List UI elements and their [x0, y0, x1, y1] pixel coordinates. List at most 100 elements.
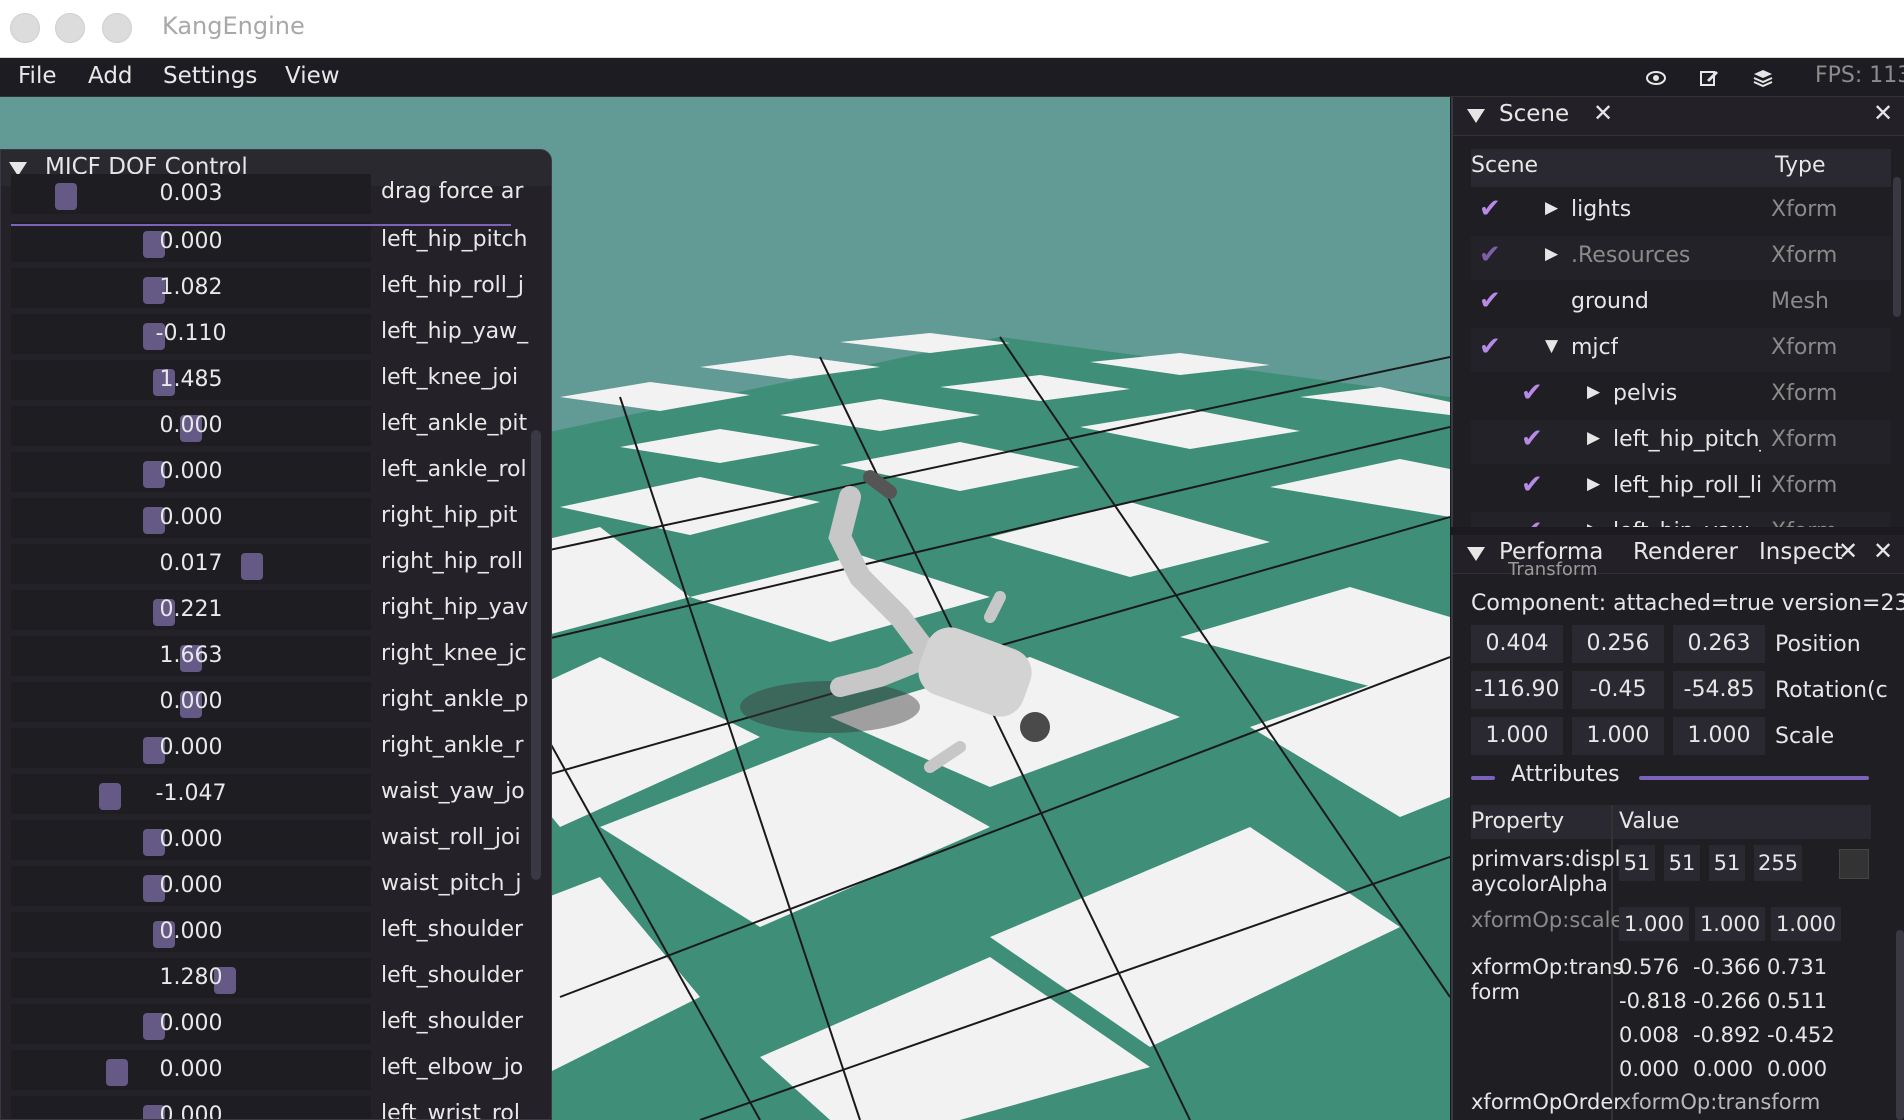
- dof-row[interactable]: 0.000 left_ankle_rol: [11, 450, 551, 492]
- tab-inspector[interactable]: Inspect: [1759, 539, 1843, 565]
- dof-row[interactable]: 0.003 drag force ar: [11, 172, 551, 214]
- dof-row[interactable]: 0.000 left_hip_pitch: [11, 220, 551, 262]
- close-panel-icon[interactable]: ✕: [1873, 537, 1893, 565]
- visibility-checkbox[interactable]: ✔: [1479, 194, 1501, 224]
- visibility-checkbox[interactable]: ✔: [1521, 378, 1543, 408]
- expand-arrow-icon[interactable]: ▶: [1545, 244, 1558, 264]
- matrix-cell[interactable]: -0.452: [1767, 1023, 1835, 1047]
- matrix-cell[interactable]: 0.008: [1619, 1023, 1679, 1047]
- dof-row[interactable]: 0.000 left_shoulder: [11, 1002, 551, 1044]
- dof-row[interactable]: 0.000 right_ankle_p: [11, 680, 551, 722]
- dof-row[interactable]: 0.017 right_hip_roll: [11, 542, 551, 584]
- visibility-checkbox[interactable]: ✔: [1479, 240, 1501, 270]
- dof-slider[interactable]: 0.000: [11, 452, 371, 492]
- matrix-cell[interactable]: -0.266: [1693, 989, 1761, 1013]
- scale-z-field[interactable]: 1.000: [1673, 717, 1765, 755]
- scene-scrollbar[interactable]: [1893, 177, 1901, 317]
- dof-slider[interactable]: 0.000: [11, 912, 371, 952]
- scene-tree-row[interactable]: ✔ ▶ lights Xform: [1471, 190, 1891, 234]
- visibility-checkbox[interactable]: ✔: [1479, 286, 1501, 316]
- dof-row[interactable]: 0.221 right_hip_yav: [11, 588, 551, 630]
- scene-tree-row[interactable]: ✔ ▼ mjcf Xform: [1471, 328, 1891, 372]
- minimize-window-button[interactable]: [55, 13, 85, 43]
- dof-row[interactable]: -0.110 left_hip_yaw_: [11, 312, 551, 354]
- dof-slider[interactable]: 1.280: [11, 958, 371, 998]
- zoom-window-button[interactable]: [102, 13, 132, 43]
- visibility-checkbox[interactable]: ✔: [1521, 470, 1543, 500]
- collapse-arrow-icon[interactable]: ▼: [1545, 336, 1558, 356]
- matrix-cell[interactable]: -0.892: [1693, 1023, 1761, 1047]
- dof-slider[interactable]: 0.017: [11, 544, 371, 584]
- matrix-cell[interactable]: 0.576: [1619, 955, 1679, 979]
- dof-slider[interactable]: 1.663: [11, 636, 371, 676]
- dof-slider[interactable]: 0.000: [11, 682, 371, 722]
- expand-arrow-icon[interactable]: ▶: [1587, 382, 1600, 402]
- close-tab-icon[interactable]: ✕: [1593, 99, 1613, 127]
- expand-arrow-icon[interactable]: ▶: [1587, 428, 1600, 448]
- dof-slider[interactable]: 0.003: [11, 174, 371, 214]
- dof-slider[interactable]: -1.047: [11, 774, 371, 814]
- dof-slider[interactable]: 0.000: [11, 1004, 371, 1044]
- color-b-field[interactable]: 51: [1709, 845, 1745, 881]
- dof-row[interactable]: -1.047 waist_yaw_jo: [11, 772, 551, 814]
- scene-menu-icon[interactable]: [1467, 109, 1485, 123]
- color-r-field[interactable]: 51: [1619, 845, 1655, 881]
- dof-slider[interactable]: 0.000: [11, 222, 371, 262]
- xform-op-order-value[interactable]: xformOp:transform: [1619, 1090, 1820, 1114]
- xform-scale-z[interactable]: 1.000: [1771, 907, 1841, 941]
- matrix-cell[interactable]: 0.511: [1767, 989, 1827, 1013]
- eye-icon[interactable]: [1645, 68, 1667, 88]
- expand-arrow-icon[interactable]: ▶: [1545, 198, 1558, 218]
- dof-slider[interactable]: -0.110: [11, 314, 371, 354]
- column-type[interactable]: Type: [1775, 153, 1826, 178]
- matrix-cell[interactable]: 0.000: [1619, 1057, 1679, 1081]
- dof-row[interactable]: 0.000 left_elbow_jo: [11, 1048, 551, 1090]
- dof-slider[interactable]: 0.000: [11, 728, 371, 768]
- expand-arrow-icon[interactable]: ▶: [1587, 474, 1600, 494]
- dof-row[interactable]: 1.280 left_shoulder: [11, 956, 551, 998]
- matrix-cell[interactable]: -0.818: [1619, 989, 1687, 1013]
- dof-slider[interactable]: 0.000: [11, 866, 371, 906]
- scale-y-field[interactable]: 1.000: [1572, 717, 1664, 755]
- dof-slider[interactable]: 1.082: [11, 268, 371, 308]
- visibility-checkbox[interactable]: ✔: [1479, 332, 1501, 362]
- scene-tree-row[interactable]: ✔ ▶ pelvis Xform: [1471, 374, 1891, 418]
- dof-scrollbar[interactable]: [531, 430, 541, 880]
- dof-row[interactable]: 1.663 right_knee_jc: [11, 634, 551, 676]
- dof-row[interactable]: 0.000 left_wrist_rol: [11, 1094, 551, 1119]
- scene-tree-row[interactable]: ✔ ▶ left_hip_roll_lir Xform: [1471, 466, 1891, 510]
- tab-renderer[interactable]: Renderer: [1633, 539, 1738, 565]
- visibility-checkbox[interactable]: ✔: [1521, 424, 1543, 454]
- layers-icon[interactable]: [1752, 68, 1774, 88]
- color-swatch[interactable]: [1839, 849, 1869, 879]
- dof-row[interactable]: 0.000 left_ankle_pit: [11, 404, 551, 446]
- matrix-cell[interactable]: 0.000: [1767, 1057, 1827, 1081]
- position-x-field[interactable]: 0.404: [1471, 625, 1563, 663]
- dof-row[interactable]: 0.000 waist_roll_joi: [11, 818, 551, 860]
- position-z-field[interactable]: 0.263: [1673, 625, 1765, 663]
- dof-row[interactable]: 1.485 left_knee_joi: [11, 358, 551, 400]
- rotation-z-field[interactable]: -54.85: [1673, 671, 1765, 709]
- close-panel-icon[interactable]: ✕: [1873, 99, 1893, 127]
- dof-slider[interactable]: 0.000: [11, 1050, 371, 1090]
- position-y-field[interactable]: 0.256: [1572, 625, 1664, 663]
- rotation-x-field[interactable]: -116.90: [1471, 671, 1563, 709]
- close-window-button[interactable]: [10, 13, 40, 43]
- scene-tree-row[interactable]: ✔ ▶ left_hip_yaw_li Xform: [1471, 512, 1891, 527]
- inspector-menu-icon[interactable]: [1467, 547, 1485, 561]
- scene-tree-row[interactable]: ✔ ▶ left_hip_pitch_ Xform: [1471, 420, 1891, 464]
- dof-row[interactable]: 0.000 right_hip_pit: [11, 496, 551, 538]
- matrix-cell[interactable]: 0.731: [1767, 955, 1827, 979]
- dof-slider[interactable]: 1.485: [11, 360, 371, 400]
- dof-row[interactable]: 0.000 left_shoulder: [11, 910, 551, 952]
- edit-icon[interactable]: [1698, 68, 1720, 88]
- tab-scene[interactable]: Scene: [1499, 101, 1569, 127]
- dof-row[interactable]: 0.000 waist_pitch_j: [11, 864, 551, 906]
- menu-settings[interactable]: Settings: [163, 63, 257, 89]
- matrix-cell[interactable]: -0.366: [1693, 955, 1761, 979]
- dof-slider[interactable]: 0.221: [11, 590, 371, 630]
- menu-view[interactable]: View: [285, 63, 340, 89]
- column-scene[interactable]: Scene: [1471, 153, 1538, 178]
- xform-scale-x[interactable]: 1.000: [1619, 907, 1689, 941]
- menu-file[interactable]: File: [18, 63, 57, 89]
